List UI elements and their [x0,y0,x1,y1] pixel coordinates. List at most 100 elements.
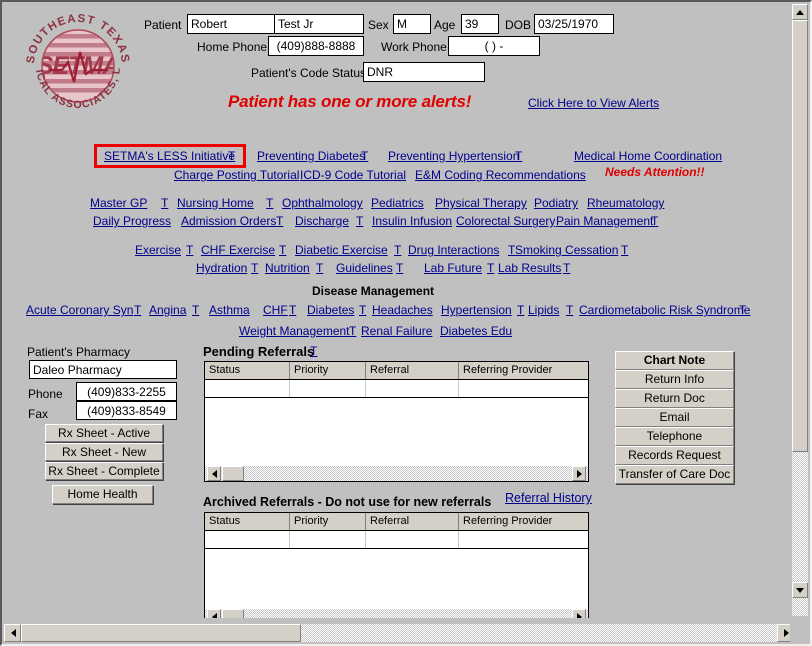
archived-cell-priority[interactable] [290,531,366,548]
dob-field[interactable]: 03/25/1970 [534,14,614,34]
dm-tutorial-weight-management[interactable]: T [349,324,356,338]
pending-col-referral[interactable]: Referral [366,362,459,379]
chart-note-button[interactable]: Chart Note [615,351,734,370]
nav-tutorial-chf-exercise[interactable]: T [279,243,286,257]
code-status-field[interactable]: DNR [363,62,485,82]
nav-link-drug-interactions[interactable]: Drug Interactions [408,243,499,257]
window-horizontal-scrollbar[interactable] [4,624,794,642]
pending-hscroll-left-button[interactable] [207,466,221,481]
dm-tutorial-lipids[interactable]: T [566,303,573,317]
pending-cell-referring-provider[interactable] [459,380,588,397]
rx-sheet-new-button[interactable]: Rx Sheet - New [45,443,163,461]
dm-link-diabetes[interactable]: Diabetes [307,303,354,317]
nav-link-medical-home-coordination[interactable]: Medical Home Coordination [574,149,722,163]
hscroll-thumb[interactable] [21,624,301,642]
nav-link-discharge[interactable]: Discharge [295,214,349,228]
dm-link-hypertension[interactable]: Hypertension [441,303,512,317]
nav-link-insulin-infusion[interactable]: Insulin Infusion [372,214,452,228]
pending-col-priority[interactable]: Priority [290,362,366,379]
nav-link-ophthalmology[interactable]: Ophthalmology [282,196,363,210]
dm-tutorial-chf[interactable]: T [289,303,296,317]
nav-tutorial-hydration[interactable]: T [251,261,258,275]
records-request-button[interactable]: Records Request [615,446,734,465]
archived-col-status[interactable]: Status [205,513,290,530]
nav-link-admission-orders[interactable]: Admission Orders [181,214,276,228]
pending-referrals-hscrollbar[interactable] [205,466,588,481]
nav-tutorial-setma-less-initiative[interactable]: T [228,149,235,163]
nav-link-exercise[interactable]: Exercise [135,243,181,257]
pharmacy-fax-field[interactable]: (409)833-8549 [76,401,177,420]
nav-link-hydration[interactable]: Hydration [196,261,247,275]
nav-link-diabetic-exercise[interactable]: Diabetic Exercise [295,243,388,257]
archived-hscroll-thumb[interactable] [222,609,244,618]
dm-tutorial-cardiometabolic-risk-syndrome[interactable]: T [739,303,746,317]
nav-tutorial-admission-orders[interactable]: T [276,214,283,228]
patient-last-name-field[interactable]: Test Jr [274,14,364,34]
archived-hscroll-right-button[interactable] [572,609,586,618]
nav-tutorial-pain-management[interactable]: T [651,214,658,228]
nav-link-icd9-code-tutorial[interactable]: ICD-9 Code Tutorial [300,168,406,182]
pending-referrals-body[interactable] [205,399,588,466]
work-phone-field[interactable]: ( ) - [448,36,540,56]
nav-link-rheumatology[interactable]: Rheumatology [587,196,664,210]
nav-tutorial-nursing-home[interactable]: T [266,196,273,210]
home-health-button[interactable]: Home Health [52,485,153,504]
patient-first-name-field[interactable]: Robert [187,14,278,34]
archived-col-referring-provider[interactable]: Referring Provider [459,513,588,530]
nav-tutorial-preventing-hypertension[interactable]: T [515,149,522,163]
dm-link-chf[interactable]: CHF [263,303,288,317]
nav-tutorial-lab-results[interactable]: T [563,261,570,275]
dm-tutorial-diabetes[interactable]: T [359,303,366,317]
window-vertical-scrollbar[interactable] [792,4,808,616]
pharmacy-phone-field[interactable]: (409)833-2255 [76,382,177,401]
vscroll-up-button[interactable] [792,4,808,20]
archived-cell-referring-provider[interactable] [459,531,588,548]
archived-cell-referral[interactable] [366,531,459,548]
return-info-button[interactable]: Return Info [615,370,734,389]
nav-link-physical-therapy[interactable]: Physical Therapy [435,196,527,210]
nav-link-setma-less-initiative[interactable]: SETMA's LESS Initiative [104,149,235,163]
nav-tutorial-exercise[interactable]: T [186,243,193,257]
archived-referrals-hscrollbar[interactable] [205,609,588,618]
nav-tutorial-preventing-diabetes[interactable]: T [361,149,368,163]
nav-link-lab-results[interactable]: Lab Results [498,261,561,275]
dm-link-diabetes-edu[interactable]: Diabetes Edu [440,324,512,338]
dm-link-angina[interactable]: Angina [149,303,186,317]
nav-link-em-coding-recommendations[interactable]: E&M Coding Recommendations [415,168,586,182]
nav-link-guidelines[interactable]: Guidelines [336,261,393,275]
archived-referrals-grid[interactable]: Status Priority Referral Referring Provi… [204,512,589,618]
nav-link-master-gp[interactable]: Master GP [90,196,147,210]
pending-referrals-empty-row[interactable] [205,380,588,398]
dm-link-acute-coronary-syn[interactable]: Acute Coronary Syn [26,303,133,317]
telephone-button[interactable]: Telephone [615,427,734,446]
pending-cell-priority[interactable] [290,380,366,397]
archived-col-referral[interactable]: Referral [366,513,459,530]
home-phone-field[interactable]: (409)888-8888 [268,36,364,56]
email-button[interactable]: Email [615,408,734,427]
pending-col-status[interactable]: Status [205,362,290,379]
dm-tutorial-hypertension[interactable]: T [517,303,524,317]
nav-link-nursing-home[interactable]: Nursing Home [177,196,254,210]
view-alerts-link[interactable]: Click Here to View Alerts [528,96,659,110]
archived-col-priority[interactable]: Priority [290,513,366,530]
rx-sheet-complete-button[interactable]: Rx Sheet - Complete [45,462,163,480]
nav-tutorial-guidelines[interactable]: T [396,261,403,275]
archived-cell-status[interactable] [205,531,290,548]
dm-link-headaches[interactable]: Headaches [372,303,433,317]
archived-referrals-body[interactable] [205,550,588,609]
nav-link-pain-management[interactable]: Pain Management [556,214,653,228]
nav-tutorial-discharge[interactable]: T [356,214,363,228]
nav-link-colorectal-surgery[interactable]: Colorectal Surgery [456,214,555,228]
nav-tutorial-nutrition[interactable]: T [316,261,323,275]
nav-link-podiatry[interactable]: Podiatry [534,196,578,210]
nav-link-lab-future[interactable]: Lab Future [424,261,482,275]
pending-referrals-grid[interactable]: Status Priority Referral Referring Provi… [204,361,589,482]
dm-link-weight-management[interactable]: Weight Management [239,324,350,338]
vscroll-down-button[interactable] [792,582,808,598]
referral-history-link[interactable]: Referral History [505,491,592,505]
rx-sheet-active-button[interactable]: Rx Sheet - Active [45,424,163,442]
return-doc-button[interactable]: Return Doc [615,389,734,408]
nav-link-charge-posting-tutorial[interactable]: Charge Posting Tutorial [174,168,299,182]
age-field[interactable]: 39 [461,14,499,34]
pending-col-referring-provider[interactable]: Referring Provider [459,362,588,379]
